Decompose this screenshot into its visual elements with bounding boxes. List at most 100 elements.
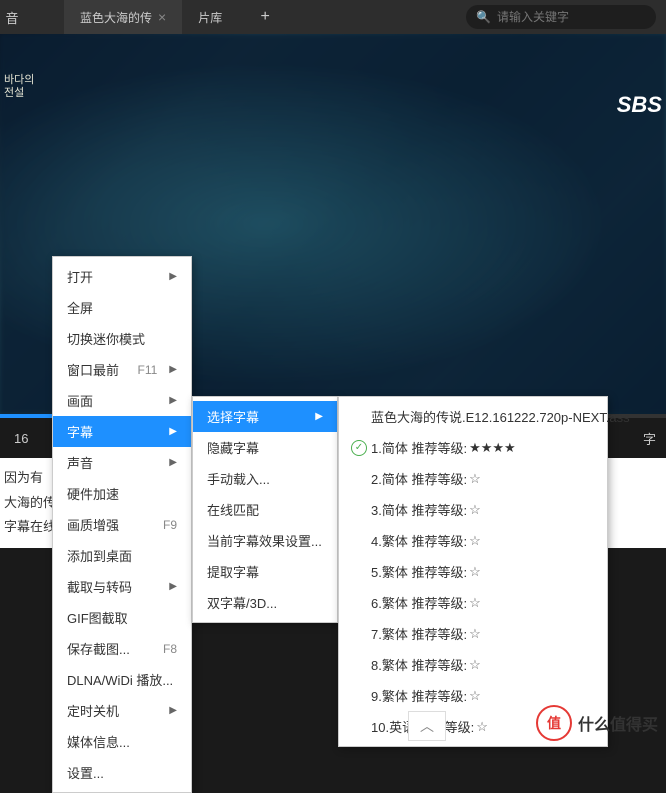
menu-item-label: 画面 [67,391,93,410]
brand-text: 什么值得买 [578,711,658,735]
tabs-container: 蓝色大海的传 × 片库 + [64,0,282,34]
menu-item[interactable]: 蓝色大海的传说.E12.161222.720p-NEXT.ass [339,401,607,432]
menu-item[interactable]: 截取与转码▶ [53,571,191,602]
menu-item[interactable]: 手动载入... [193,463,337,494]
rating-stars: ☆ [469,626,481,642]
menu-item[interactable]: 窗口最前 F11 ▶ [53,354,191,385]
scroll-top-button[interactable]: ︿ [408,711,446,741]
check-icon: ✓ [351,440,367,456]
menu-item[interactable]: 声音 ▶ [53,447,191,478]
rating-stars: ☆ [469,595,481,611]
menu-item[interactable]: 打开▶ [53,261,191,292]
menu-item[interactable]: 3.简体 推荐等级:☆ [339,494,607,525]
menu-item-label: 选择字幕 [207,407,259,426]
menu-item[interactable]: 画面 ▶ [53,385,191,416]
menu-item-label: 7.繁体 推荐等级: [371,624,467,643]
chevron-right-icon: ▶ [169,426,177,437]
menu-item-label: 设置... [67,763,104,782]
menu-item-label: 提取字幕 [207,562,259,581]
menu-item-label: 9.繁体 推荐等级: [371,686,467,705]
menu-item-label: 4.繁体 推荐等级: [371,531,467,550]
chevron-right-icon: ▶ [169,457,177,468]
rating-stars: ☆ [469,688,481,704]
menu-item-label: 1.简体 推荐等级: [371,438,467,457]
tab-library[interactable]: 片库 [182,0,238,34]
menu-item-label: 隐藏字幕 [207,438,259,457]
rating-stars: ☆ [469,564,481,580]
menu-item[interactable]: 隐藏字幕 [193,432,337,463]
menu-item-label: 双字幕/3D... [207,593,277,612]
rating-stars: ☆ [469,657,481,673]
menu-item[interactable]: 7.繁体 推荐等级:☆ [339,618,607,649]
menu-item-label: 硬件加速 [67,484,119,503]
menu-item[interactable]: 6.繁体 推荐等级:☆ [339,587,607,618]
menu-item[interactable]: DLNA/WiDi 播放... [53,664,191,695]
menu-item-label: GIF图截取 [67,608,128,627]
context-menu-main: 打开▶全屏切换迷你模式窗口最前F11▶画面▶字幕▶声音▶硬件加速画质增强F9添加… [52,256,192,793]
watermark-sbs: SBS [617,92,662,118]
menu-shortcut: F9 [163,518,177,532]
menu-item-label: 声音 [67,453,93,472]
menu-item-label: 窗口最前 [67,360,119,379]
menu-item[interactable]: 双字幕/3D... [193,587,337,618]
controls-right: 字 [643,429,656,448]
topbar-left-char: 音 [0,0,24,34]
menu-item-label: 媒体信息... [67,732,130,751]
menu-item[interactable]: 选择字幕▶ [193,401,337,432]
context-menu-select-subtitle: 蓝色大海的传说.E12.161222.720p-NEXT.ass✓1.简体 推荐… [338,396,608,747]
menu-item[interactable]: 5.繁体 推荐等级:☆ [339,556,607,587]
add-tab-button[interactable]: + [248,0,282,34]
chevron-right-icon: ▶ [169,364,177,375]
menu-item[interactable]: 2.简体 推荐等级:☆ [339,463,607,494]
tab-active[interactable]: 蓝色大海的传 × [64,0,182,34]
menu-item[interactable]: 切换迷你模式 [53,323,191,354]
menu-item[interactable]: ✓1.简体 推荐等级:★★★★ [339,432,607,463]
menu-item[interactable]: GIF图截取 [53,602,191,633]
progress-fill [0,414,53,418]
menu-item[interactable]: 当前字幕效果设置... [193,525,337,556]
chevron-up-icon: ︿ [420,716,434,736]
menu-item-label: 6.繁体 推荐等级: [371,593,467,612]
menu-item-label: 3.简体 推荐等级: [371,500,467,519]
menu-item[interactable]: 设置... [53,757,191,788]
menu-item[interactable]: 4.繁体 推荐等级:☆ [339,525,607,556]
top-bar: 音 蓝色大海的传 × 片库 + 🔍 [0,0,666,34]
chevron-right-icon: ▶ [169,705,177,716]
chevron-right-icon: ▶ [169,395,177,406]
rating-stars: ★★★★ [469,440,516,456]
menu-item-label: DLNA/WiDi 播放... [67,670,173,689]
menu-item-label: 在线匹配 [207,500,259,519]
menu-item[interactable]: 字幕▶ [53,416,191,447]
menu-item[interactable]: 画质增强 F9 [53,509,191,540]
menu-item-label: 蓝色大海的传说.E12.161222.720p-NEXT.ass [371,407,630,426]
menu-item[interactable]: 保存截图...F8 [53,633,191,664]
menu-item-label: 切换迷你模式 [67,329,145,348]
rating-stars: ☆ [476,719,488,735]
menu-item[interactable]: 定时关机 ▶ [53,695,191,726]
rating-stars: ☆ [469,533,481,549]
search-icon: 🔍 [476,10,491,24]
menu-item[interactable]: 添加到桌面 [53,540,191,571]
menu-item[interactable]: 全屏 [53,292,191,323]
menu-item-label: 2.简体 推荐等级: [371,469,467,488]
menu-item[interactable]: 硬件加速 [53,478,191,509]
menu-item[interactable]: 提取字幕 [193,556,337,587]
rating-stars: ☆ [469,502,481,518]
menu-item[interactable]: 媒体信息... [53,726,191,757]
brand-circle-icon: 值 [536,705,572,741]
search-box[interactable]: 🔍 [466,5,656,29]
menu-item-label: 定时关机 [67,701,119,720]
subtitle-button[interactable]: 字 [643,429,656,448]
brand-watermark: 值 什么值得买 [536,705,658,741]
menu-shortcut: F11 [138,363,158,377]
tab-label: 片库 [198,9,222,26]
menu-item-label: 画质增强 [67,515,119,534]
close-icon[interactable]: × [158,9,166,25]
menu-item-label: 5.繁体 推荐等级: [371,562,467,581]
context-menu-subtitle: 选择字幕▶ 隐藏字幕手动载入... 在线匹配当前字幕效果设置... 提取字幕双字幕/3… [192,396,338,623]
menu-item[interactable]: 8.繁体 推荐等级:☆ [339,649,607,680]
menu-item-label: 添加到桌面 [67,546,132,565]
search-input[interactable] [497,10,652,24]
tab-label: 蓝色大海的传 [80,9,152,26]
menu-item[interactable]: 在线匹配 [193,494,337,525]
